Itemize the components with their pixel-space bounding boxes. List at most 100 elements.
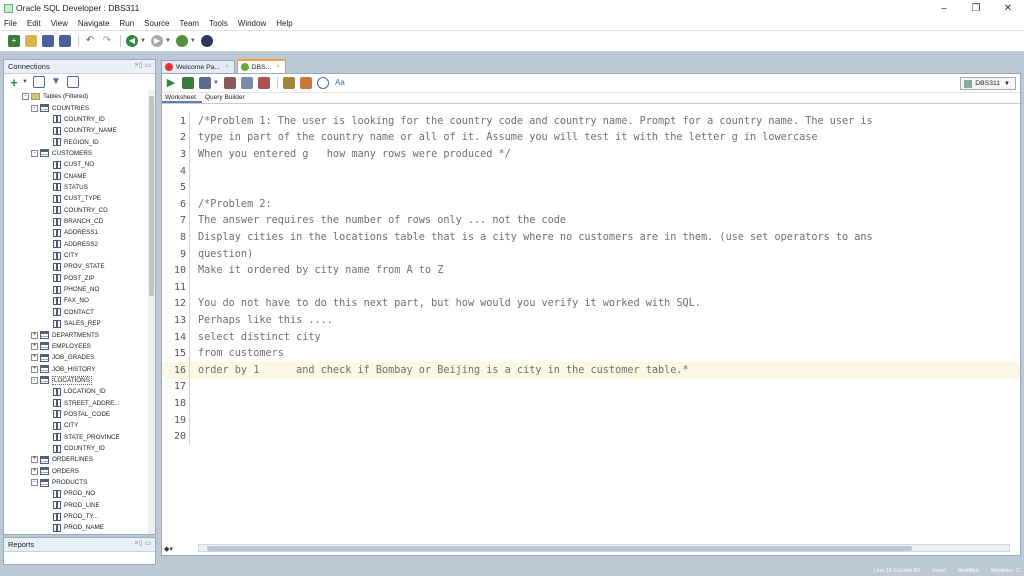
tree-column-item[interactable]: CITY (53, 250, 78, 261)
code-line[interactable]: 5 (162, 179, 1020, 196)
tree-table-item[interactable]: + ORDERLINES (31, 454, 93, 465)
format-icon[interactable]: Aa (334, 77, 346, 89)
code-line[interactable]: 18 (162, 395, 1020, 412)
code-line[interactable]: 20 (162, 428, 1020, 445)
tree-column-item[interactable]: CITY (53, 420, 78, 431)
autotrace-icon[interactable] (257, 77, 270, 89)
code-line[interactable]: 12 You do not have to do this next part, … (162, 295, 1020, 313)
panel-window-buttons[interactable]: ×▯ ▭ (135, 539, 152, 547)
code-line[interactable]: 19 (162, 411, 1020, 429)
run-script-icon[interactable] (182, 77, 194, 89)
menu-tools[interactable]: Tools (209, 19, 228, 28)
tree-column-item[interactable]: LOCATION_ID (53, 386, 106, 397)
tree-column-item[interactable]: STREET_ADDRE... (53, 397, 120, 408)
tree-table-item[interactable]: + JOB_HISTORY (31, 363, 96, 374)
panel-window-buttons[interactable]: ×▯ ▭ (135, 61, 152, 69)
menu-window[interactable]: Window (238, 19, 266, 28)
tree-table-item[interactable]: - LOCATIONS (31, 375, 92, 386)
chevron-down-icon[interactable]: ▼ (165, 38, 171, 44)
add-connection-icon[interactable]: + (8, 76, 20, 89)
sql-tuning-icon[interactable] (282, 77, 295, 89)
undo-icon[interactable]: ↶ (84, 35, 96, 47)
tree-column-item[interactable]: CUST_TYPE (53, 193, 101, 204)
refresh-icon[interactable] (32, 76, 45, 88)
code-line[interactable]: 16 order by 1 and check if Bombay or Beij… (162, 362, 1020, 379)
run-statement-icon[interactable]: ▶ (165, 77, 177, 89)
save-all-icon[interactable] (59, 35, 71, 47)
tree-column-item[interactable]: SALES_REP (53, 318, 101, 329)
menu-view[interactable]: View (51, 19, 68, 28)
monitor-icon[interactable] (200, 35, 213, 47)
tree-column-item[interactable]: ADDRESS1 (53, 227, 98, 238)
commit-icon[interactable] (199, 77, 211, 89)
tab-worksheet[interactable]: Worksheet (162, 93, 202, 103)
eraser-icon[interactable] (299, 77, 312, 89)
new-icon[interactable]: + (8, 35, 20, 47)
tree-scrollbar[interactable] (148, 90, 155, 534)
chevron-down-icon[interactable]: ▼ (22, 79, 28, 85)
tree-column-item[interactable]: REGION_ID (53, 136, 99, 147)
code-line[interactable]: 11 (162, 279, 1020, 296)
menu-edit[interactable]: Edit (27, 19, 41, 28)
code-line[interactable]: 2 type in part of the country name or all… (162, 129, 1020, 147)
code-line[interactable]: 3 When you entered g how many rows were p… (162, 146, 1020, 163)
tree-column-item[interactable]: COUNTRY_ID (53, 114, 105, 125)
tree-column-item[interactable]: POST_ZIP (53, 273, 94, 284)
tree-column-item[interactable]: PROV_STATE (53, 261, 105, 272)
menu-file[interactable]: File (4, 19, 17, 28)
tree-table-item[interactable]: - PRODUCTS (31, 477, 87, 488)
forward-icon[interactable]: ▶ (150, 35, 163, 47)
explain-plan-icon[interactable] (240, 77, 253, 89)
menu-navigate[interactable]: Navigate (78, 19, 110, 28)
filter-icon[interactable]: ▼ (50, 76, 62, 88)
tree-column-item[interactable]: POSTAL_CODE (53, 409, 110, 420)
scrollbar-thumb[interactable] (207, 546, 912, 551)
code-editor[interactable]: 1 /*Problem 1: The user is looking for th… (162, 111, 1020, 541)
editor-tab[interactable]: Welcome Pa... × (161, 60, 235, 73)
tab-query-builder[interactable]: Query Builder (202, 93, 251, 103)
close-tab-icon[interactable]: × (225, 64, 229, 70)
tree-column-item[interactable]: COUNTRY_ID (53, 443, 105, 454)
code-line[interactable]: 13 Perhaps like this .... (162, 312, 1020, 329)
tree-column-item[interactable]: STATUS (53, 182, 88, 193)
tree-column-item[interactable]: BRANCH_CD (53, 216, 103, 227)
code-line[interactable]: 15 from customers (162, 345, 1020, 362)
tree-column-item[interactable]: PROD_NO (53, 488, 95, 499)
chevron-down-icon[interactable]: ▼ (190, 38, 196, 44)
close-tab-icon[interactable]: × (276, 64, 280, 70)
open-icon[interactable] (25, 35, 37, 47)
collapse-icon[interactable]: - (31, 376, 38, 384)
history-icon[interactable] (316, 77, 329, 89)
code-line[interactable]: 7 The answer requires the number of rows … (162, 212, 1020, 230)
code-line[interactable]: 1 /*Problem 1: The user is looking for th… (162, 113, 1020, 130)
editor-tab[interactable]: DBS... × (236, 59, 286, 73)
tree-column-item[interactable]: ADDRESS2 (53, 239, 98, 250)
tree-table-item[interactable]: + ORDERS (31, 466, 79, 477)
tree-column-item[interactable]: PROD_LINE (53, 500, 100, 511)
code-line[interactable]: 14 select distinct city (162, 328, 1020, 346)
tree-folder-item[interactable]: - Tables (Filtered) (22, 91, 88, 102)
collapse-icon[interactable]: - (31, 149, 38, 157)
redo-icon[interactable]: ↷ (101, 35, 113, 47)
tree-table-item[interactable]: - COUNTRIES (31, 102, 89, 113)
code-folding-toggle[interactable]: ◆▾ (164, 545, 173, 553)
maximize-button[interactable]: ❐ (960, 0, 992, 16)
tree-table-item[interactable]: + EMPLOYEES (31, 341, 91, 352)
code-line[interactable]: 17 (162, 378, 1020, 396)
tree-table-item[interactable]: - CUSTOMERS (31, 148, 92, 159)
save-icon[interactable] (42, 35, 54, 47)
back-icon[interactable]: ◀ (126, 35, 138, 47)
menu-source[interactable]: Source (144, 19, 169, 28)
expand-icon[interactable]: + (31, 342, 38, 350)
close-window-button[interactable]: ✕ (992, 0, 1024, 16)
code-line[interactable]: 9 question) (162, 245, 1020, 263)
code-line[interactable]: 10 Make it ordered by city name from A to… (162, 262, 1020, 279)
tree-column-item[interactable]: STATE_PROVINCE (53, 432, 120, 443)
horizontal-scrollbar[interactable] (198, 544, 1010, 552)
minimize-button[interactable]: – (928, 0, 960, 16)
run-tools-icon[interactable] (175, 35, 188, 47)
tree-table-item[interactable]: + JOB_GRADES (31, 352, 94, 363)
collapse-icon[interactable]: - (31, 104, 38, 112)
tree-column-item[interactable]: COUNTRY_CD (53, 205, 108, 216)
expand-icon[interactable]: + (31, 365, 38, 373)
